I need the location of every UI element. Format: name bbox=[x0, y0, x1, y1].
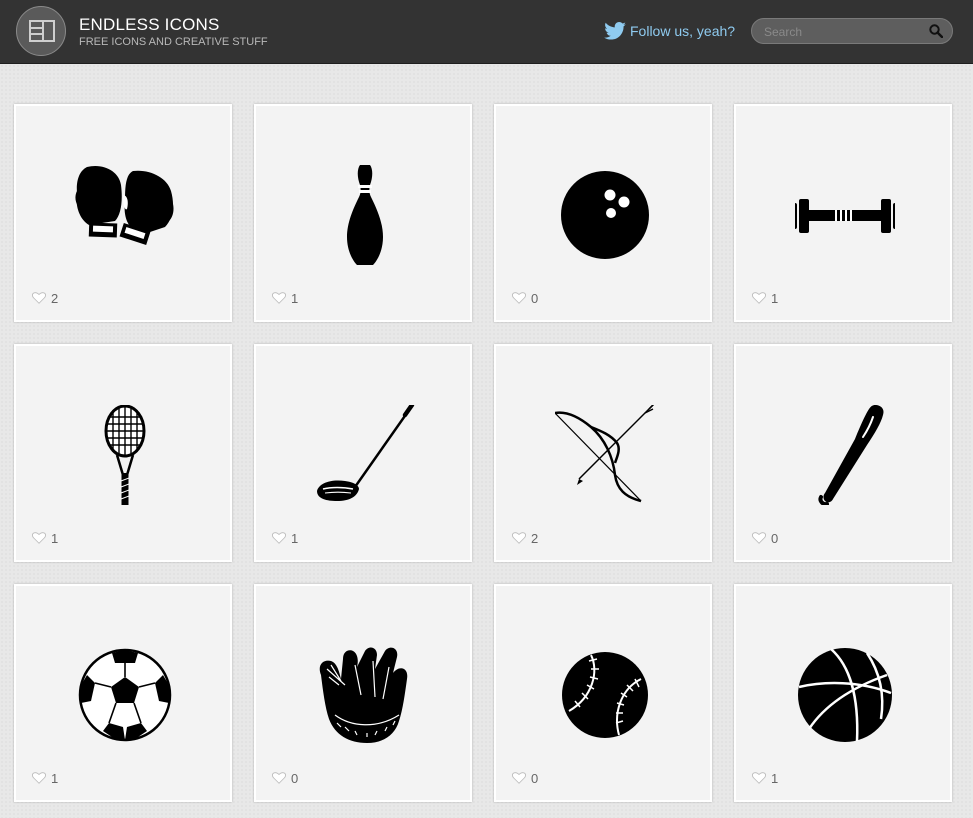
heart-icon bbox=[512, 772, 526, 784]
logo-mark-icon bbox=[29, 20, 55, 42]
heart-icon bbox=[32, 292, 46, 304]
baseball-icon bbox=[562, 652, 648, 738]
icon-card-bowling-ball[interactable]: 0 bbox=[494, 104, 712, 322]
heart-icon bbox=[272, 292, 286, 304]
like-count: 0 bbox=[771, 530, 779, 546]
like-button[interactable]: 1 bbox=[32, 530, 58, 546]
like-button[interactable]: 0 bbox=[512, 770, 538, 786]
basketball-icon bbox=[798, 648, 892, 742]
like-button[interactable]: 0 bbox=[752, 530, 778, 546]
like-button[interactable]: 0 bbox=[512, 290, 538, 306]
like-count: 1 bbox=[291, 530, 299, 546]
top-bar: ENDLESS ICONS FREE ICONS AND CREATIVE ST… bbox=[0, 0, 973, 64]
heart-icon bbox=[512, 292, 526, 304]
like-button[interactable]: 1 bbox=[272, 530, 298, 546]
heart-icon bbox=[752, 532, 766, 544]
like-button[interactable]: 1 bbox=[752, 290, 778, 306]
icon-card-tennis-racket[interactable]: 1 bbox=[14, 344, 232, 562]
like-count: 1 bbox=[771, 770, 779, 786]
baseball-glove-icon bbox=[319, 647, 408, 743]
icon-card-baseball-glove[interactable]: 0 bbox=[254, 584, 472, 802]
like-button[interactable]: 1 bbox=[752, 770, 778, 786]
heart-icon bbox=[512, 532, 526, 544]
like-count: 1 bbox=[771, 290, 779, 306]
heart-icon bbox=[272, 772, 286, 784]
brand-title[interactable]: ENDLESS ICONS bbox=[79, 15, 220, 35]
like-count: 1 bbox=[291, 290, 299, 306]
follow-twitter-link[interactable]: Follow us, yeah? bbox=[604, 20, 735, 42]
icon-card-dumbbell[interactable]: 1 bbox=[734, 104, 952, 322]
like-count: 0 bbox=[531, 290, 539, 306]
icon-card-basketball[interactable]: 1 bbox=[734, 584, 952, 802]
bow-and-arrow-icon bbox=[555, 405, 655, 503]
bowling-ball-icon bbox=[561, 171, 649, 259]
icon-card-baseball-bat[interactable]: 0 bbox=[734, 344, 952, 562]
search-box bbox=[751, 18, 953, 44]
heart-icon bbox=[32, 772, 46, 784]
heart-icon bbox=[752, 772, 766, 784]
like-button[interactable]: 1 bbox=[272, 290, 298, 306]
soccer-ball-icon bbox=[78, 648, 172, 742]
golf-club-icon bbox=[317, 405, 415, 501]
baseball-bat-icon bbox=[818, 405, 884, 505]
like-count: 2 bbox=[51, 290, 59, 306]
like-button[interactable]: 2 bbox=[32, 290, 58, 306]
like-count: 1 bbox=[51, 770, 59, 786]
heart-icon bbox=[752, 292, 766, 304]
like-count: 1 bbox=[51, 530, 59, 546]
icon-card-boxing-gloves[interactable]: 2 bbox=[14, 104, 232, 322]
icon-card-baseball[interactable]: 0 bbox=[494, 584, 712, 802]
boxing-gloves-icon bbox=[75, 165, 174, 245]
like-count: 0 bbox=[291, 770, 299, 786]
like-count: 0 bbox=[531, 770, 539, 786]
search-input[interactable] bbox=[762, 22, 926, 42]
icon-card-soccer-ball[interactable]: 1 bbox=[14, 584, 232, 802]
site-logo[interactable] bbox=[16, 6, 66, 56]
like-count: 2 bbox=[531, 530, 539, 546]
brand-subtitle: FREE ICONS AND CREATIVE STUFF bbox=[79, 36, 268, 48]
heart-icon bbox=[272, 532, 286, 544]
follow-label: Follow us, yeah? bbox=[630, 23, 736, 39]
icon-card-bow-and-arrow[interactable]: 2 bbox=[494, 344, 712, 562]
tennis-racket-icon bbox=[104, 405, 146, 505]
like-button[interactable]: 0 bbox=[272, 770, 298, 786]
like-button[interactable]: 1 bbox=[32, 770, 58, 786]
icon-card-golf-club[interactable]: 1 bbox=[254, 344, 472, 562]
twitter-bird-icon bbox=[604, 22, 626, 40]
dumbbell-icon bbox=[795, 199, 895, 233]
heart-icon bbox=[32, 532, 46, 544]
like-button[interactable]: 2 bbox=[512, 530, 538, 546]
bowling-pin-icon bbox=[347, 165, 383, 265]
icon-card-bowling-pin[interactable]: 1 bbox=[254, 104, 472, 322]
search-icon[interactable] bbox=[929, 24, 943, 38]
